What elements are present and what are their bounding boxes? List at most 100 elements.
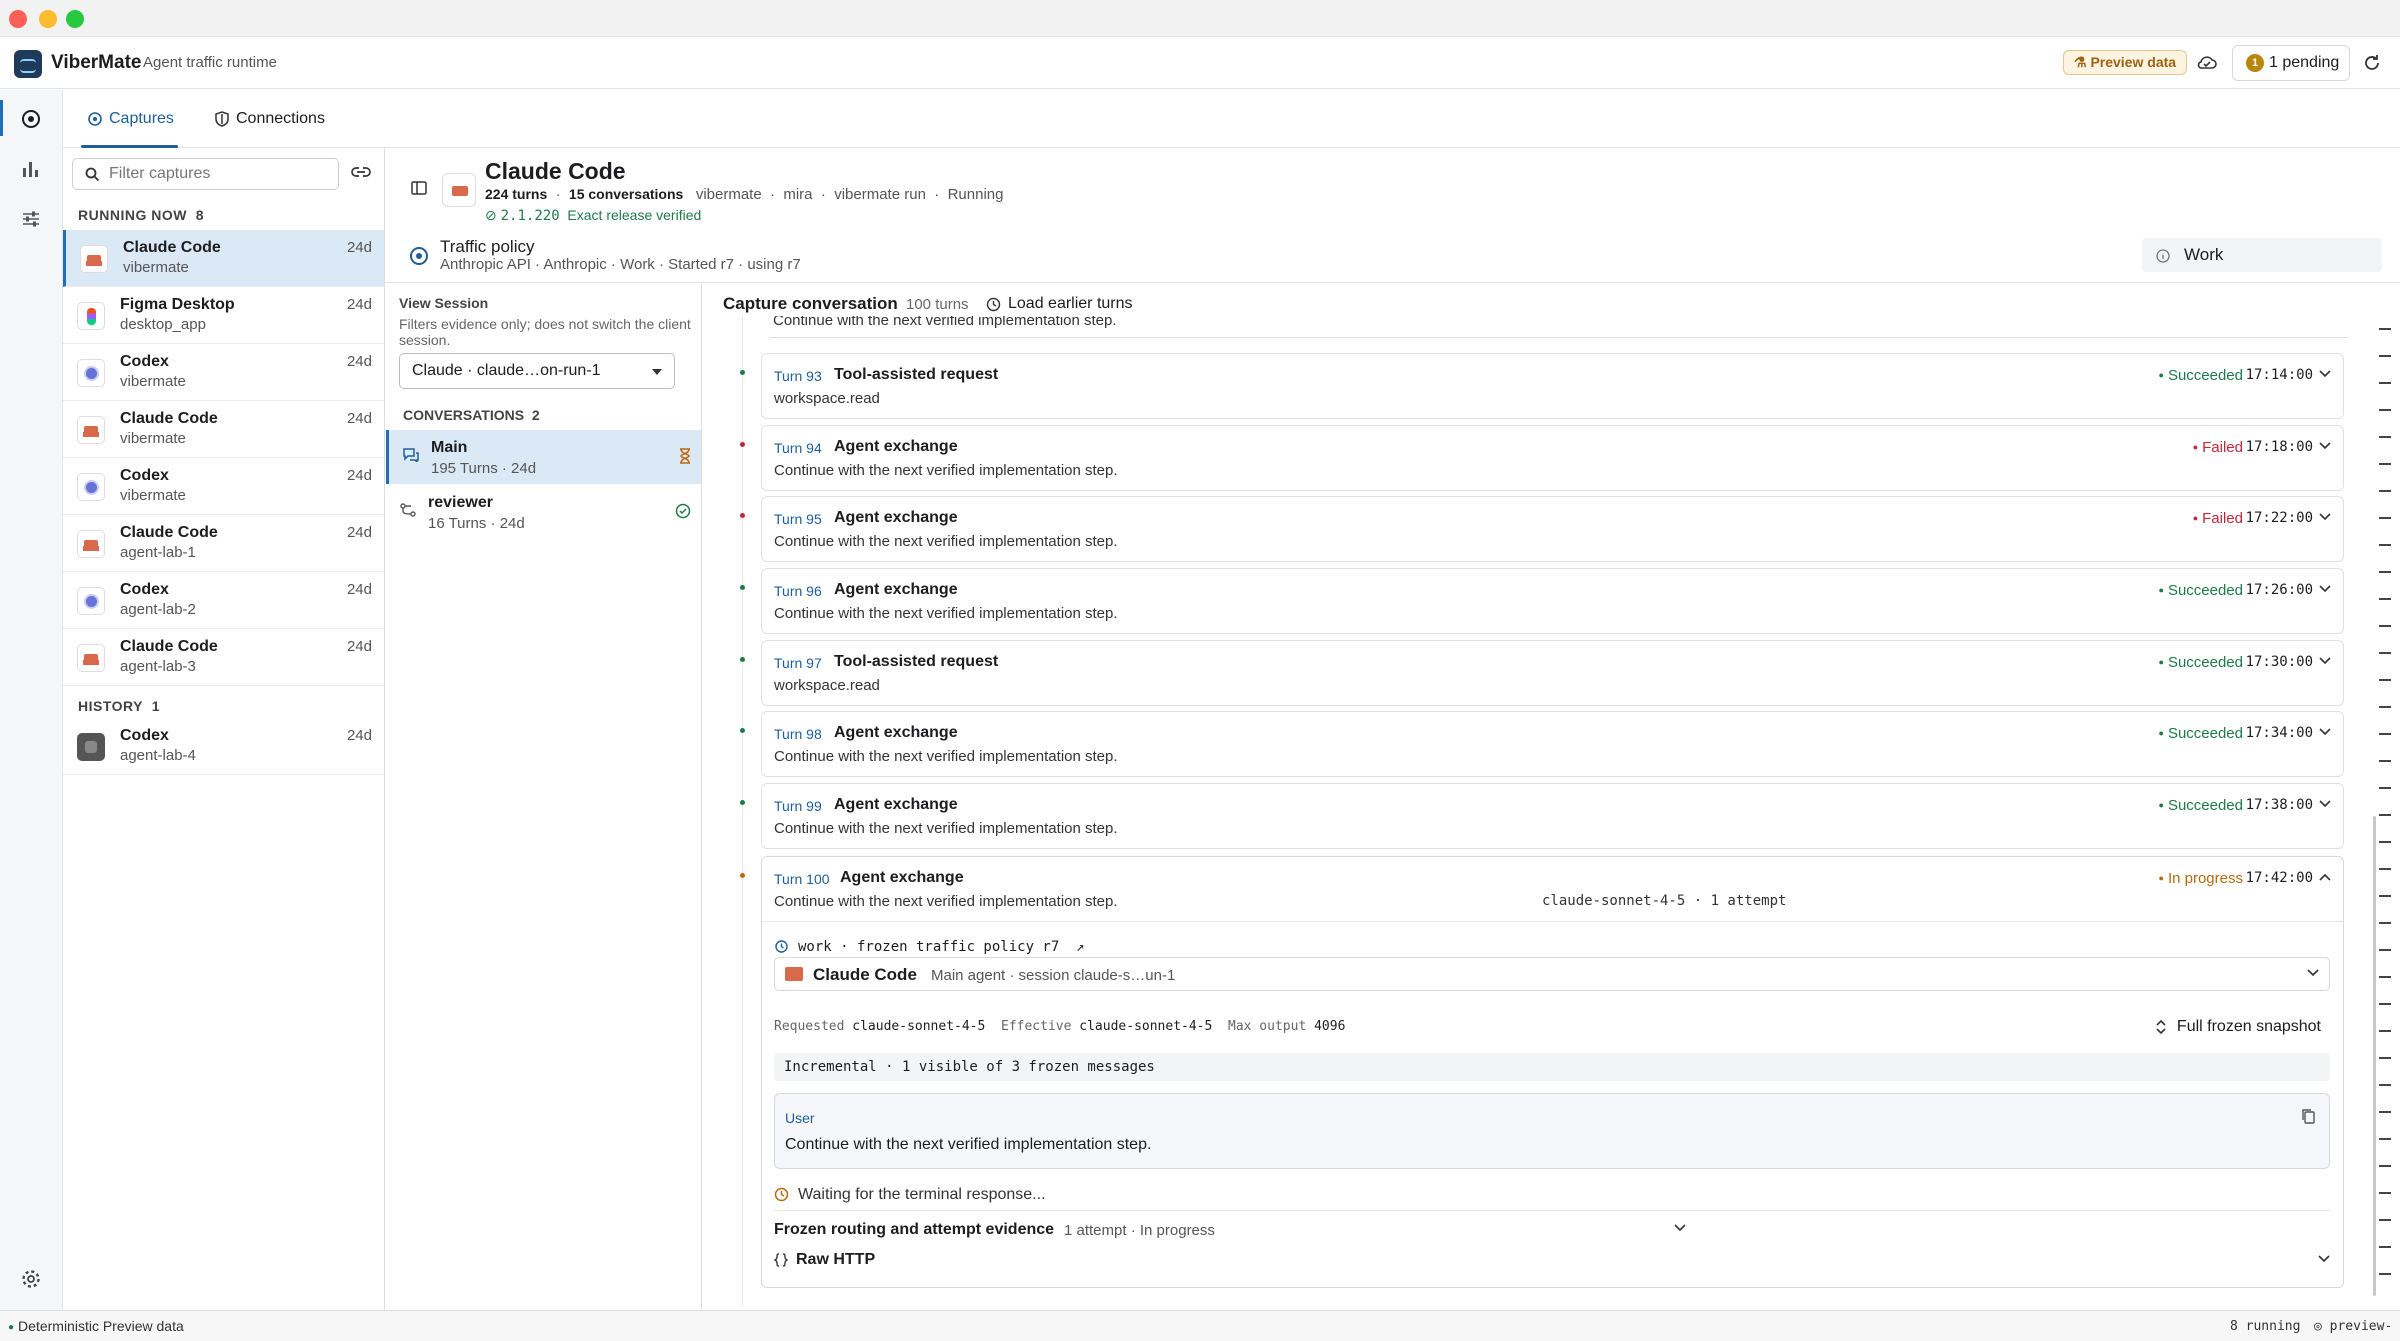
- turn-card[interactable]: Turn 96 Agent exchange Continue with the…: [761, 568, 2344, 634]
- chevron-down-icon[interactable]: [2319, 370, 2331, 378]
- minimap-tick[interactable]: [2379, 1030, 2391, 1032]
- minimap-tick[interactable]: [2379, 787, 2391, 789]
- close-window-button[interactable]: [9, 10, 27, 28]
- capture-item[interactable]: Codex vibermate 24d: [63, 458, 384, 515]
- link-filter-icon[interactable]: [351, 165, 371, 179]
- release-verified: ⊘ 2.1.220 Exact release verified: [485, 207, 701, 224]
- minimap-tick[interactable]: [2379, 1111, 2391, 1113]
- rail-captures[interactable]: [0, 94, 63, 142]
- minimap-tick[interactable]: [2379, 355, 2391, 357]
- minimap-tick[interactable]: [2379, 490, 2391, 492]
- attempt-evidence-toggle[interactable]: Frozen routing and attempt evidence 1 at…: [774, 1219, 1686, 1241]
- capture-item[interactable]: Codex vibermate 24d: [63, 344, 384, 401]
- chevron-down-icon[interactable]: [2319, 800, 2331, 808]
- minimap-tick[interactable]: [2379, 1192, 2391, 1194]
- minimap-tick[interactable]: [2379, 1246, 2391, 1248]
- copy-icon[interactable]: [2301, 1108, 2315, 1124]
- info-icon[interactable]: [2156, 249, 2170, 263]
- chevron-down-icon[interactable]: [2319, 657, 2331, 665]
- frozen-policy-link[interactable]: work · frozen traffic policy r7 ↗: [774, 939, 1085, 955]
- full-frozen-snapshot-button[interactable]: Full frozen snapshot: [2155, 1018, 2321, 1036]
- capture-item[interactable]: Claude Code vibermate 24d: [63, 401, 384, 458]
- status-environment[interactable]: ◎ preview-: [2314, 1319, 2392, 1334]
- minimap-tick[interactable]: [2379, 1219, 2391, 1221]
- minimap-tick[interactable]: [2379, 328, 2391, 330]
- rail-analytics[interactable]: [0, 144, 63, 192]
- app-subtitle: Agent traffic runtime: [143, 54, 277, 71]
- turn-card[interactable]: Turn 94 Agent exchange Continue with the…: [761, 425, 2344, 491]
- minimap-tick[interactable]: [2379, 922, 2391, 924]
- minimap-tick[interactable]: [2379, 706, 2391, 708]
- settings-button[interactable]: [20, 1268, 42, 1295]
- turn-card[interactable]: Turn 99 Agent exchange Continue with the…: [761, 783, 2344, 849]
- turn-card[interactable]: Turn 93 Tool-assisted request workspace.…: [761, 353, 2344, 419]
- minimap-tick[interactable]: [2379, 517, 2391, 519]
- tab-captures[interactable]: Captures: [81, 90, 178, 148]
- chevron-down-icon[interactable]: [2319, 585, 2331, 593]
- minimap-tick[interactable]: [2379, 814, 2391, 816]
- pending-button[interactable]: 1 1 pending: [2232, 45, 2350, 81]
- capture-item[interactable]: Claude Code agent-lab-3 24d: [63, 629, 384, 686]
- conversation-item-main[interactable]: Main 195 Turns · 24d: [386, 430, 701, 484]
- minimap-tick[interactable]: [2379, 679, 2391, 681]
- minimap-tick[interactable]: [2379, 1003, 2391, 1005]
- minimap-tick[interactable]: [2379, 598, 2391, 600]
- hourglass-icon: [680, 448, 690, 464]
- clock-icon: [774, 1187, 789, 1202]
- zoom-window-button[interactable]: [66, 10, 84, 28]
- minimap-tick[interactable]: [2379, 571, 2391, 573]
- session-select[interactable]: Claude · claude…on-run-1: [399, 353, 675, 389]
- requested-label: Requested: [774, 1019, 845, 1034]
- minimap-tick[interactable]: [2379, 895, 2391, 897]
- minimap-tick[interactable]: [2379, 382, 2391, 384]
- turn-number: Turn 97: [774, 655, 822, 671]
- raw-http-toggle[interactable]: Raw HTTP: [774, 1250, 2330, 1274]
- minimize-window-button[interactable]: [39, 10, 57, 28]
- minimap-tick[interactable]: [2379, 652, 2391, 654]
- chevron-down-icon[interactable]: [2319, 442, 2331, 450]
- capture-age: 24d: [346, 239, 372, 256]
- load-earlier-turns-button[interactable]: Load earlier turns: [986, 295, 1133, 313]
- capture-item[interactable]: Claude Code agent-lab-1 24d: [63, 515, 384, 572]
- minimap-scrollbar[interactable]: [2373, 816, 2376, 1296]
- turn-card[interactable]: Turn 98 Agent exchange Continue with the…: [761, 711, 2344, 777]
- minimap-tick[interactable]: [2379, 733, 2391, 735]
- minimap-tick[interactable]: [2379, 1084, 2391, 1086]
- capture-item[interactable]: Codex agent-lab-2 24d: [63, 572, 384, 629]
- refresh-icon[interactable]: [2362, 53, 2382, 73]
- preview-data-badge[interactable]: ⚗ Preview data: [2063, 50, 2188, 75]
- work-profile-field[interactable]: Work: [2142, 238, 2382, 272]
- capture-item[interactable]: Figma Desktop desktop_app 24d: [63, 287, 384, 344]
- minimap-tick[interactable]: [2379, 1165, 2391, 1167]
- minimap-tick[interactable]: [2379, 1273, 2391, 1275]
- capture-item[interactable]: Claude Code vibermate 24d: [63, 230, 384, 287]
- cloud-sync-icon[interactable]: [2197, 54, 2217, 70]
- minimap-tick[interactable]: [2379, 544, 2391, 546]
- chevron-up-icon[interactable]: [2319, 873, 2331, 881]
- minimap-tick[interactable]: [2379, 436, 2391, 438]
- chevron-down-icon[interactable]: [2319, 513, 2331, 521]
- minimap-tick[interactable]: [2379, 949, 2391, 951]
- minimap-tick[interactable]: [2379, 841, 2391, 843]
- capture-name: Codex: [120, 353, 169, 370]
- rail-policies[interactable]: [0, 194, 63, 242]
- full-frozen-snapshot-label: Full frozen snapshot: [2176, 1018, 2321, 1035]
- chevron-down-icon[interactable]: [2319, 728, 2331, 736]
- minimap-tick[interactable]: [2379, 409, 2391, 411]
- tab-connections[interactable]: Connections: [212, 90, 325, 148]
- turn-card[interactable]: Turn 95 Agent exchange Continue with the…: [761, 496, 2344, 562]
- sidebar-toggle-icon[interactable]: [411, 181, 427, 195]
- filter-captures-input[interactable]: Filter captures: [72, 158, 339, 190]
- minimap-tick[interactable]: [2379, 760, 2391, 762]
- minimap-tick[interactable]: [2379, 1138, 2391, 1140]
- minimap-tick[interactable]: [2379, 976, 2391, 978]
- minimap-tick[interactable]: [2379, 1057, 2391, 1059]
- minimap-tick[interactable]: [2379, 463, 2391, 465]
- conversation-item-reviewer[interactable]: reviewer 16 Turns · 24d: [386, 485, 701, 539]
- turn-minimap[interactable]: 100: [2371, 316, 2400, 1329]
- minimap-tick[interactable]: [2379, 868, 2391, 870]
- minimap-tick[interactable]: [2379, 625, 2391, 627]
- agent-selector[interactable]: Claude Code Main agent · session claude-…: [774, 957, 2330, 991]
- capture-item[interactable]: Codex agent-lab-4 24d: [63, 718, 384, 775]
- turn-card[interactable]: Turn 97 Tool-assisted request workspace.…: [761, 640, 2344, 706]
